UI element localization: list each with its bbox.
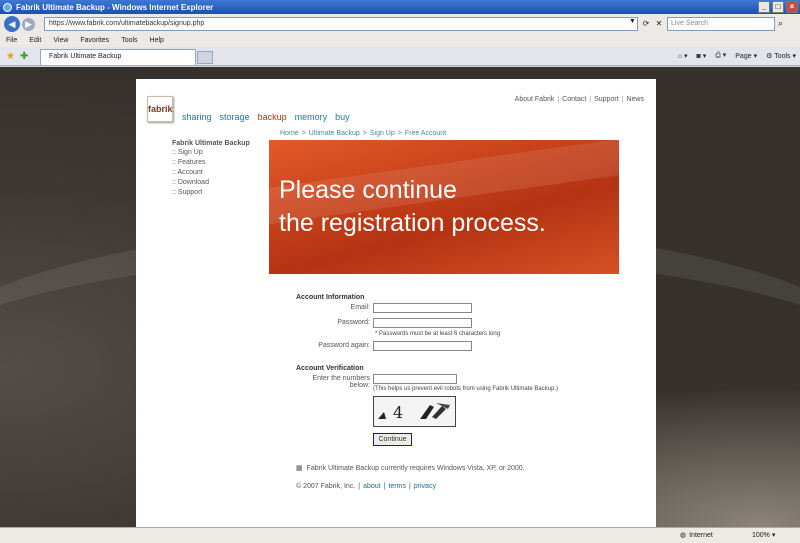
password-hint: * Passwords must be at least 6 character… (375, 331, 501, 337)
nav-buy[interactable]: buy (335, 112, 350, 122)
tab-fabrik[interactable]: Fabrik Ultimate Backup (40, 49, 196, 65)
link-contact[interactable]: Contact (562, 96, 586, 103)
numbers-label: Enter the numbers below: (312, 375, 370, 389)
globe-icon: ◍ (680, 532, 687, 539)
password-field[interactable] (373, 318, 472, 328)
link-news[interactable]: News (626, 96, 644, 103)
window-controls: _ □ × (758, 1, 798, 13)
status-bar: ◍ Internet 100% ▾ (0, 527, 800, 543)
captcha-digit: 4 (393, 403, 403, 422)
browser-viewport: fabrik sharing storage backup memory buy… (0, 67, 800, 527)
footer-about-link[interactable]: about (363, 483, 381, 490)
registration-banner: Please continue the registration process… (269, 140, 619, 274)
sidebar: Fabrik Ultimate Backup :: Sign Up :: Fea… (172, 140, 250, 198)
window-titlebar: Fabrik Ultimate Backup - Windows Interne… (0, 0, 800, 14)
breadcrumb: Home > Ultimate Backup > Sign Up > Free … (280, 130, 447, 137)
nav-storage[interactable]: storage (220, 112, 250, 122)
feeds-icon[interactable]: ◙ ▾ (697, 52, 707, 60)
search-placeholder: Live Search (671, 20, 708, 27)
print-icon[interactable]: ⎙ ▾ (715, 51, 726, 60)
menu-tools[interactable]: Tools (121, 37, 137, 44)
address-dropdown-icon[interactable]: ▼ (628, 18, 637, 30)
search-input[interactable]: Live Search (667, 17, 775, 31)
menu-help[interactable]: Help (150, 37, 164, 44)
back-button[interactable]: ◀ (4, 16, 20, 32)
password-again-label: Password again: (318, 342, 370, 349)
banner-line-1: Please continue (279, 176, 457, 204)
tools-menu[interactable]: ⚙ Tools ▾ (766, 52, 796, 60)
copyright: © 2007 Fabrik, Inc. (296, 483, 356, 490)
nav-backup[interactable]: backup (258, 112, 287, 122)
crumb-home[interactable]: Home (280, 130, 299, 137)
window-title: Fabrik Ultimate Backup - Windows Interne… (16, 2, 214, 12)
command-bar: ⌂ ▾ ◙ ▾ ⎙ ▾ Page ▾ ⚙ Tools ▾ (678, 51, 796, 60)
footer-terms-link[interactable]: terms (388, 483, 406, 490)
password-again-field[interactable] (373, 341, 472, 351)
sidebar-item-sign-up[interactable]: :: Sign Up (172, 148, 250, 158)
new-tab-button[interactable] (197, 51, 213, 64)
captcha-hint: (This helps us prevent evil robots from … (373, 386, 559, 392)
captcha-image: 4 (373, 396, 456, 427)
web-page: fabrik sharing storage backup memory buy… (136, 79, 656, 527)
sidebar-item-features[interactable]: :: Features (172, 158, 250, 168)
menu-file[interactable]: File (6, 37, 17, 44)
crumb-free-account: Free Account (404, 130, 447, 137)
continue-button[interactable]: Continue (373, 433, 412, 446)
ie-icon (3, 2, 12, 12)
crumb-ultimate-backup[interactable]: Ultimate Backup (309, 130, 360, 137)
sidebar-item-support[interactable]: :: Support (172, 188, 250, 198)
search-icon[interactable]: ⌕ (778, 18, 790, 30)
tab-row: ★ ✚ Fabrik Ultimate Backup ⌂ ▾ ◙ ▾ ⎙ ▾ P… (0, 47, 800, 66)
menu-view[interactable]: View (53, 37, 68, 44)
banner-line-2: the registration process. (279, 209, 546, 237)
top-links: About Fabrik | Contact | Support | News (514, 96, 644, 103)
zoom-level[interactable]: 100% ▾ (752, 531, 775, 539)
captcha-input[interactable] (373, 374, 457, 384)
banner-headline: Please continue the registration process… (279, 174, 546, 240)
link-about[interactable]: About Fabrik (515, 96, 555, 103)
footer-privacy-link[interactable]: privacy (414, 483, 436, 490)
maximize-button[interactable]: □ (772, 1, 784, 13)
page-url: https://www.fabrik.com/ultimatebackup/si… (49, 20, 205, 27)
requirements-text: Fabrik Ultimate Backup currently require… (306, 464, 525, 472)
tab-label: Fabrik Ultimate Backup (49, 53, 122, 60)
sidebar-item-account[interactable]: :: Account (172, 168, 250, 178)
menu-edit[interactable]: Edit (29, 37, 41, 44)
crumb-sign-up[interactable]: Sign Up (370, 130, 395, 137)
stop-icon[interactable]: ✕ (654, 19, 664, 29)
menu-bar: File Edit View Favorites Tools Help (0, 34, 800, 47)
windows-icon: ▦ (296, 465, 303, 472)
page-footer: © 2007 Fabrik, Inc. | about | terms | pr… (296, 483, 436, 490)
forward-button[interactable]: ▶ (22, 17, 35, 31)
link-support[interactable]: Support (594, 96, 619, 103)
sidebar-title: Fabrik Ultimate Backup (172, 140, 250, 147)
refresh-icon[interactable]: ⟳ (641, 19, 651, 29)
address-row: ◀ ▶ https://www.fabrik.com/ultimatebacku… (0, 14, 800, 34)
sidebar-item-download[interactable]: :: Download (172, 178, 250, 188)
email-label: Email: (350, 304, 370, 311)
page-menu[interactable]: Page ▾ (735, 52, 757, 60)
minimize-button[interactable]: _ (758, 1, 770, 13)
password-label: Password: (337, 319, 370, 326)
address-bar[interactable]: https://www.fabrik.com/ultimatebackup/si… (44, 17, 638, 31)
fabrik-logo[interactable]: fabrik (147, 96, 173, 122)
account-verification-title: Account Verification (296, 365, 364, 372)
menu-favorites[interactable]: Favorites (80, 37, 109, 44)
nav-sharing[interactable]: sharing (182, 112, 212, 122)
nav-memory[interactable]: memory (295, 112, 328, 122)
email-field[interactable] (373, 303, 472, 313)
main-nav: sharing storage backup memory buy (182, 112, 350, 122)
home-icon[interactable]: ⌂ ▾ (678, 52, 688, 60)
add-favorite-icon[interactable]: ✚ (20, 51, 28, 62)
security-zone: ◍ Internet (680, 531, 713, 540)
close-button[interactable]: × (786, 1, 798, 13)
zone-label: Internet (689, 531, 713, 539)
requirements-notice: ▦ Fabrik Ultimate Backup currently requi… (296, 464, 525, 473)
favorites-star-icon[interactable]: ★ (6, 51, 15, 62)
account-info-title: Account Information (296, 294, 365, 301)
